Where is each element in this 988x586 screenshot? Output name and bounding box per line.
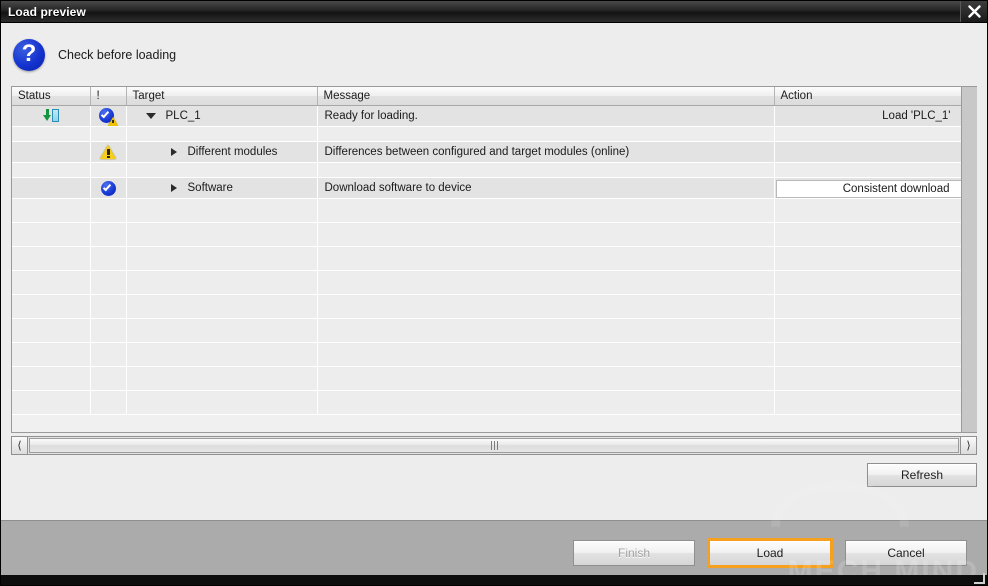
table-row[interactable]: Different modules Differences between co… [12, 141, 977, 163]
check-warning-icon [99, 107, 118, 126]
warning-triangle-icon [100, 145, 116, 159]
close-icon [967, 5, 981, 18]
refresh-row: Refresh [1, 455, 987, 520]
load-button[interactable]: Load [707, 538, 833, 568]
action-text: Load 'PLC_1' [882, 110, 951, 122]
dialog-header: ? Check before loading [1, 23, 987, 86]
chevron-right-icon[interactable]: ⟩ [960, 436, 977, 455]
target-label: PLC_1 [165, 110, 201, 122]
chevron-left-icon[interactable]: ⟨ [11, 436, 28, 455]
message-text: Differences between configured and targe… [324, 146, 630, 158]
cancel-button[interactable]: Cancel [845, 540, 967, 566]
load-preview-dialog: Load preview ? Check before loading Stat… [0, 0, 988, 586]
message-text: Download software to device [324, 182, 472, 194]
table-row[interactable]: PLC_1 Ready for loading. Load 'PLC_1' [12, 105, 977, 127]
table-empty-row [12, 366, 977, 391]
dialog-title: Load preview [8, 4, 86, 19]
dialog-titlebar: Load preview [1, 1, 987, 23]
column-header-target[interactable]: Target [126, 87, 318, 106]
table-header-row: Status ! Target Message Action [12, 87, 977, 106]
download-arrow-icon [42, 109, 59, 123]
table-empty-row [12, 222, 977, 247]
cell-action: Load 'PLC_1' [774, 105, 963, 127]
cell-status [12, 177, 91, 199]
close-button[interactable] [960, 1, 987, 22]
table-empty-row [12, 294, 977, 319]
cell-action: Consistent download [774, 177, 963, 199]
column-header-status[interactable]: Status [12, 87, 91, 106]
scrollbar-thumb[interactable] [29, 438, 959, 453]
table-spacer-row [12, 162, 977, 178]
triangle-right-icon[interactable] [170, 184, 177, 192]
action-selected-value: Consistent download [842, 182, 950, 195]
refresh-button[interactable]: Refresh [867, 463, 977, 487]
window-bottom-strip [1, 573, 987, 585]
message-text: Ready for loading. [324, 110, 418, 122]
cell-message: Download software to device [317, 177, 775, 199]
table-empty-row [12, 246, 977, 271]
cell-severity [90, 105, 127, 127]
triangle-down-icon[interactable] [145, 113, 156, 119]
resize-grip-icon[interactable] [974, 573, 985, 584]
table-empty-row [12, 198, 977, 223]
cell-severity [90, 177, 127, 199]
cell-target: Software [126, 177, 318, 199]
check-circle-icon [100, 180, 116, 196]
header-title: Check before loading [58, 47, 177, 62]
column-header-message[interactable]: Message [317, 87, 775, 106]
column-header-severity[interactable]: ! [90, 87, 127, 106]
table-row[interactable]: Software Download software to device Con… [12, 177, 977, 199]
triangle-right-icon[interactable] [170, 148, 177, 156]
table-empty-row [12, 390, 977, 415]
cell-action [774, 141, 963, 163]
grip-icon [490, 441, 498, 450]
action-dropdown[interactable]: Consistent download [775, 179, 961, 198]
column-header-action[interactable]: Action [774, 87, 963, 106]
cell-severity [90, 141, 127, 163]
target-label: Different modules [187, 146, 278, 158]
cell-message: Ready for loading. [317, 105, 775, 127]
cell-message: Differences between configured and targe… [317, 141, 775, 163]
table-empty-row [12, 342, 977, 367]
table-empty-row [12, 270, 977, 295]
question-mark-glyph: ? [21, 39, 37, 67]
cell-status [12, 105, 91, 127]
table-spacer-row [12, 126, 977, 142]
finish-button[interactable]: Finish [573, 540, 695, 566]
cell-target: Different modules [126, 141, 318, 163]
preview-table: Status ! Target Message Action PLC_1 Rea… [12, 87, 977, 415]
target-label: Software [187, 182, 233, 194]
cell-target: PLC_1 [126, 105, 318, 127]
table-empty-row [12, 318, 977, 343]
preview-table-container: Status ! Target Message Action PLC_1 Rea… [11, 86, 977, 433]
question-mark-icon: ? [13, 38, 45, 71]
vertical-scroll-gutter[interactable] [961, 87, 977, 432]
scrollbar-track[interactable] [28, 436, 960, 455]
cell-status [12, 141, 91, 163]
horizontal-scrollbar[interactable]: ⟨ ⟩ [11, 436, 977, 455]
